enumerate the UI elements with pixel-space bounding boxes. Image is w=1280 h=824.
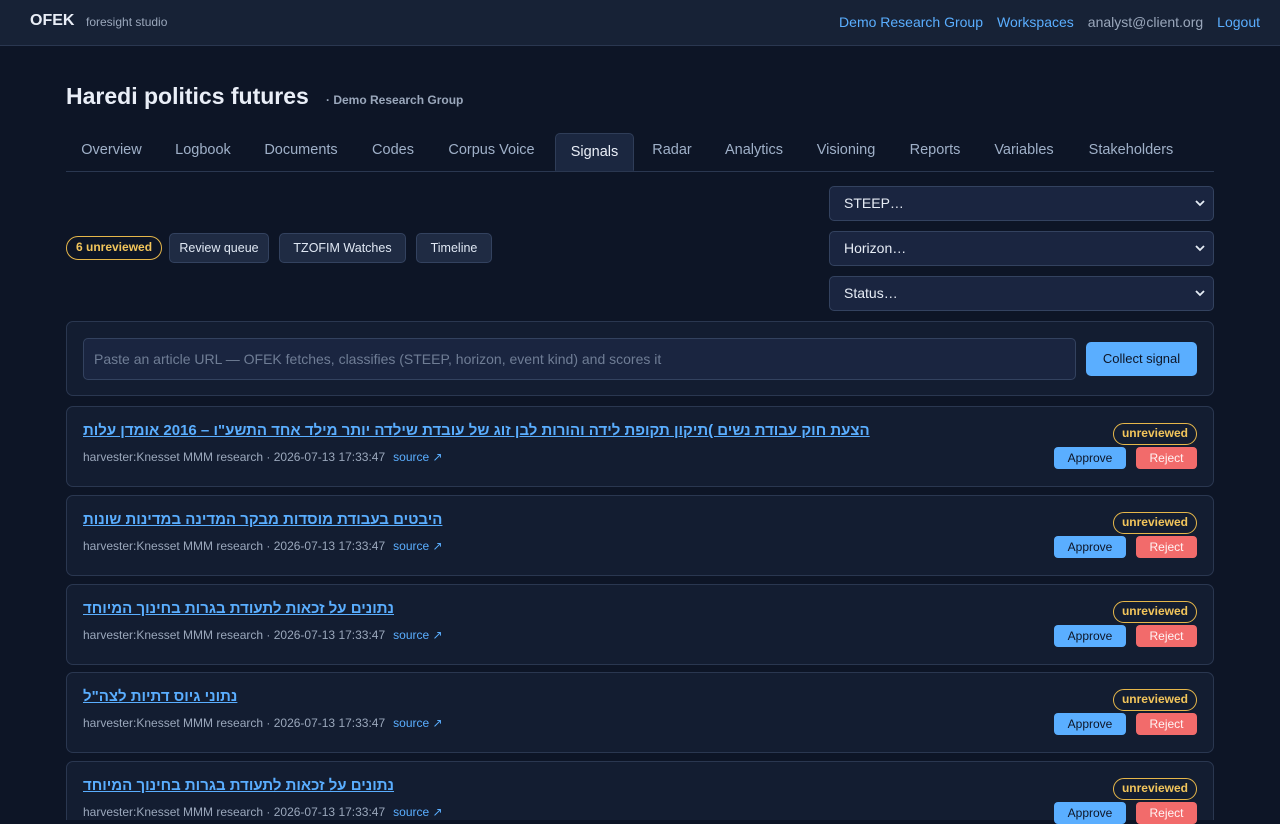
article-url-input[interactable] xyxy=(83,338,1076,380)
page-title: Haredi politics futures xyxy=(66,83,309,109)
approve-button[interactable]: Approve xyxy=(1054,713,1126,735)
approve-button[interactable]: Approve xyxy=(1054,536,1126,558)
signal-card: נתוני גיוס דתיות לצה"ל harvester:Knesset… xyxy=(66,672,1214,753)
brand-logo[interactable]: OFEK xyxy=(30,12,74,30)
signal-title-link[interactable]: נתונים על זכאות לתעודת בגרות בחינוך המיו… xyxy=(83,777,394,794)
source-link[interactable]: source ↗ xyxy=(393,716,442,730)
reject-button[interactable]: Reject xyxy=(1136,447,1197,469)
review-queue-button[interactable]: Review queue xyxy=(169,233,269,263)
logout-link[interactable]: Logout xyxy=(1217,14,1260,30)
tzofim-watches-button[interactable]: TZOFIM Watches xyxy=(279,233,406,263)
source-link[interactable]: source ↗ xyxy=(393,628,442,642)
workspaces-link[interactable]: Workspaces xyxy=(997,14,1074,30)
top-nav: Demo Research Group Workspaces analyst@c… xyxy=(839,14,1260,30)
approve-button[interactable]: Approve xyxy=(1054,625,1126,647)
status-badge: unreviewed xyxy=(1112,601,1197,623)
tab-corpus-voice[interactable]: Corpus Voice xyxy=(433,133,550,171)
page-subtitle: · Demo Research Group xyxy=(326,93,464,107)
source-link[interactable]: source ↗ xyxy=(393,539,442,553)
tab-analytics[interactable]: Analytics xyxy=(710,133,798,171)
tab-reports[interactable]: Reports xyxy=(894,133,976,171)
user-email: analyst@client.org xyxy=(1087,14,1204,30)
signal-meta: harvester:Knesset MMM research · 2026-07… xyxy=(83,539,443,553)
source-link[interactable]: source ↗ xyxy=(393,805,442,819)
collect-signal-panel: Collect signal xyxy=(66,321,1214,396)
tab-codes[interactable]: Codes xyxy=(355,133,431,171)
status-filter-value: Status… xyxy=(844,285,898,301)
signal-title-link[interactable]: נתונים על זכאות לתעודת בגרות בחינוך המיו… xyxy=(83,600,394,617)
horizon-filter-select[interactable]: Horizon… xyxy=(829,231,1214,266)
signal-meta-text: harvester:Knesset MMM research · 2026-07… xyxy=(83,805,386,819)
tab-radar[interactable]: Radar xyxy=(636,133,708,171)
chevron-down-icon xyxy=(1195,290,1205,297)
signal-meta: harvester:Knesset MMM research · 2026-07… xyxy=(83,450,443,464)
signal-card: נתונים על זכאות לתעודת בגרות בחינוך המיו… xyxy=(66,584,1214,665)
reject-button[interactable]: Reject xyxy=(1136,536,1197,558)
reject-button[interactable]: Reject xyxy=(1136,625,1197,647)
status-badge: unreviewed xyxy=(1112,423,1197,445)
steep-filter-select[interactable]: STEEP… xyxy=(829,186,1214,221)
chevron-down-icon xyxy=(1195,200,1205,207)
status-badge: unreviewed xyxy=(1112,778,1197,800)
collect-signal-button[interactable]: Collect signal xyxy=(1086,342,1197,376)
reject-button[interactable]: Reject xyxy=(1136,802,1197,824)
tab-visioning[interactable]: Visioning xyxy=(800,133,892,171)
brand-tagline: foresight studio xyxy=(86,15,168,29)
approve-button[interactable]: Approve xyxy=(1054,802,1126,824)
unreviewed-count-badge[interactable]: 6 unreviewed xyxy=(66,236,163,260)
status-badge: unreviewed xyxy=(1112,689,1197,711)
signal-meta-text: harvester:Knesset MMM research · 2026-07… xyxy=(83,628,386,642)
signal-title-link[interactable]: הצעת חוק עבודת נשים )תיקון תקופת לידה וה… xyxy=(83,422,870,439)
signal-title-link[interactable]: נתוני גיוס דתיות לצה"ל xyxy=(83,688,237,705)
signal-meta-text: harvester:Knesset MMM research · 2026-07… xyxy=(83,450,386,464)
signal-card: נתונים על זכאות לתעודת בגרות בחינוך המיו… xyxy=(66,761,1214,824)
signal-card: הצעת חוק עבודת נשים )תיקון תקופת לידה וה… xyxy=(66,406,1214,487)
signal-title-link[interactable]: היבטים בעבודת מוסדות מבקר המדינה במדינות… xyxy=(83,511,442,528)
reject-button[interactable]: Reject xyxy=(1136,713,1197,735)
tab-logbook[interactable]: Logbook xyxy=(159,133,247,171)
chevron-down-icon xyxy=(1195,245,1205,252)
signal-card: היבטים בעבודת מוסדות מבקר המדינה במדינות… xyxy=(66,495,1214,576)
signal-meta-text: harvester:Knesset MMM research · 2026-07… xyxy=(83,539,386,553)
status-badge: unreviewed xyxy=(1112,512,1197,534)
tab-stakeholders[interactable]: Stakeholders xyxy=(1072,133,1190,171)
signal-meta-text: harvester:Knesset MMM research · 2026-07… xyxy=(83,716,386,730)
source-link[interactable]: source ↗ xyxy=(393,450,442,464)
top-bar: OFEK foresight studio Demo Research Grou… xyxy=(0,0,1280,46)
tab-signals[interactable]: Signals xyxy=(555,133,634,171)
approve-button[interactable]: Approve xyxy=(1054,447,1126,469)
signal-meta: harvester:Knesset MMM research · 2026-07… xyxy=(83,628,443,642)
horizon-filter-value: Horizon… xyxy=(844,240,907,256)
tab-documents[interactable]: Documents xyxy=(249,133,353,171)
status-filter-select[interactable]: Status… xyxy=(829,276,1214,311)
tab-overview[interactable]: Overview xyxy=(66,133,157,171)
tab-variables[interactable]: Variables xyxy=(978,133,1070,171)
timeline-button[interactable]: Timeline xyxy=(416,233,492,263)
group-link[interactable]: Demo Research Group xyxy=(839,14,983,30)
signal-meta: harvester:Knesset MMM research · 2026-07… xyxy=(83,716,443,730)
workspace-tabs: Overview Logbook Documents Codes Corpus … xyxy=(66,133,1214,172)
steep-filter-value: STEEP… xyxy=(844,195,904,211)
signal-meta: harvester:Knesset MMM research · 2026-07… xyxy=(83,805,443,819)
